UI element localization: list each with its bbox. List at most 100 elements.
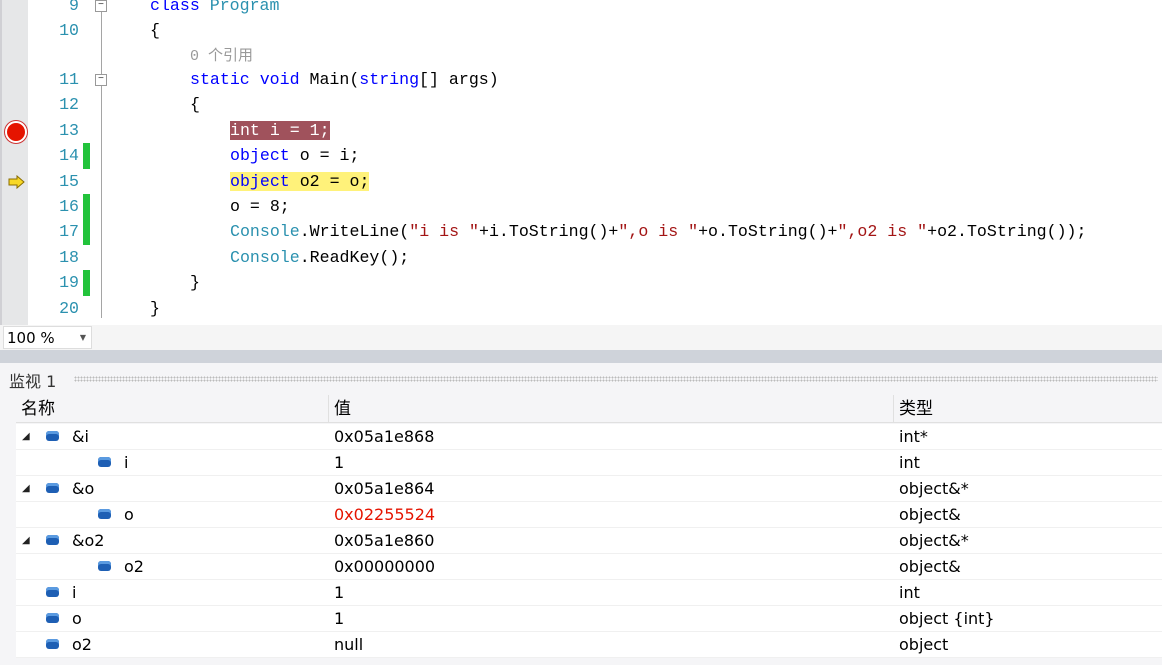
watch-value[interactable]: null <box>334 632 363 658</box>
line-number: 12 <box>59 95 79 114</box>
code-line[interactable]: 13 int i = 1; <box>0 118 1162 144</box>
watch-row[interactable]: o 1 object {int} <box>16 606 1162 632</box>
code-text: { <box>190 92 200 118</box>
code-token: +i.ToString()+ <box>478 222 619 241</box>
code-text: Console.WriteLine("i is "+i.ToString()+"… <box>230 219 1086 245</box>
code-text: o = 8; <box>230 194 290 220</box>
zoom-value: 100 % <box>7 329 55 347</box>
watch-name: o2 <box>124 557 144 576</box>
code-line[interactable]: 10 { <box>0 18 1162 44</box>
line-number: 13 <box>59 121 79 140</box>
watch-row[interactable]: ◢ &o2 0x05a1e860 object&* <box>16 528 1162 554</box>
code-token: Console <box>230 248 300 267</box>
code-line[interactable]: 18 Console.ReadKey(); <box>0 245 1162 271</box>
watch-type: object {int} <box>899 609 995 628</box>
watch-value[interactable]: 0x05a1e868 <box>334 424 434 450</box>
expand-toggle-icon[interactable]: ◢ <box>22 528 30 554</box>
collapse-icon[interactable]: − <box>95 74 107 86</box>
watch-row[interactable]: i 1 int <box>16 580 1162 606</box>
variable-icon <box>46 587 59 597</box>
code-line[interactable]: 15 object o2 = o; <box>0 169 1162 195</box>
drag-grip[interactable] <box>74 376 1158 382</box>
watch-value[interactable]: 0x00000000 <box>334 554 435 580</box>
panel-splitter[interactable] <box>0 350 1162 363</box>
code-line[interactable]: 16 o = 8; <box>0 194 1162 220</box>
code-text: object o = i; <box>230 143 359 169</box>
code-token: +o.ToString()+ <box>698 222 838 241</box>
watch-row[interactable]: o 0x02255524 object& <box>16 502 1162 528</box>
code-text: object o2 = o; <box>230 169 370 195</box>
column-header-type[interactable]: 类型 <box>894 395 1162 423</box>
current-statement-arrow-icon <box>8 175 25 189</box>
zoom-bar: 100 % ▼ <box>0 325 1162 350</box>
code-token: object <box>230 172 290 191</box>
expand-toggle-icon[interactable]: ◢ <box>22 424 30 450</box>
variable-icon <box>98 457 111 467</box>
watch-value[interactable]: 0x02255524 <box>334 502 435 528</box>
change-marker <box>83 270 90 296</box>
breakpoint-icon[interactable] <box>5 121 27 143</box>
column-header-name[interactable]: 名称 <box>16 395 329 423</box>
code-line[interactable]: 0 个引用 <box>0 43 1162 69</box>
code-token: } <box>190 273 200 292</box>
watch-value[interactable]: 0x05a1e864 <box>334 476 434 502</box>
watch-name: i <box>124 453 129 472</box>
line-number: 10 <box>59 21 79 40</box>
zoom-level-select[interactable]: 100 % ▼ <box>3 326 92 349</box>
code-token: .WriteLine( <box>299 222 410 241</box>
code-token: static void <box>190 70 310 89</box>
watch-row[interactable]: ◢ &i 0x05a1e868 int* <box>16 424 1162 450</box>
watch-row[interactable]: o2 0x00000000 object& <box>16 554 1162 580</box>
code-token: { <box>190 95 200 114</box>
code-text: Console.ReadKey(); <box>230 245 409 271</box>
watch-value[interactable]: 1 <box>334 606 344 632</box>
watch-type: object&* <box>899 531 969 550</box>
watch-name: &o2 <box>72 531 105 550</box>
code-line[interactable]: 19} <box>0 270 1162 296</box>
expand-toggle-icon[interactable]: ◢ <box>22 476 30 502</box>
watch-value[interactable]: 0x05a1e860 <box>334 528 434 554</box>
watch-value[interactable]: 1 <box>334 580 344 606</box>
code-line[interactable]: 17 Console.WriteLine("i is "+i.ToString()… <box>0 219 1162 245</box>
change-marker <box>83 194 90 220</box>
watch-type: int <box>899 583 920 602</box>
code-token: object <box>230 146 290 165</box>
code-token: string <box>359 70 420 89</box>
code-token: o = 8; <box>230 197 290 216</box>
column-header-value[interactable]: 值 <box>329 395 894 423</box>
watch-title: 监视 1 <box>9 372 57 391</box>
collapse-icon[interactable]: − <box>95 0 107 12</box>
code-editor[interactable]: 9 − class Program 10 {0 个引用 11 − static void Ma… <box>0 0 1162 325</box>
watch-type: object <box>899 635 949 654</box>
code-text: } <box>150 296 160 322</box>
watch-row[interactable]: i 1 int <box>16 450 1162 476</box>
line-number: 11 <box>59 70 79 89</box>
code-text: } <box>190 270 200 296</box>
watch-name: o <box>72 609 82 628</box>
code-token: +o2.ToString()); <box>927 222 1087 241</box>
code-line[interactable]: 14 object o = i; <box>0 143 1162 169</box>
line-number: 16 <box>59 197 79 216</box>
reference-count-lens[interactable]: 0 个引用 <box>190 48 253 65</box>
line-number: 9 <box>69 0 79 15</box>
code-line[interactable]: 12 { <box>0 92 1162 118</box>
code-line[interactable]: 9 − class Program <box>0 0 1162 19</box>
code-line[interactable]: 20} <box>0 296 1162 322</box>
variable-icon <box>98 509 111 519</box>
watch-value[interactable]: 1 <box>334 450 344 476</box>
watch-panel: 监视 1 名称 值 类型 ◢ &i 0x05a1e868 int* i 1 int ◢ &o 0x… <box>0 363 1162 665</box>
watch-type: object& <box>899 505 961 524</box>
code-token: o2 = o; <box>289 172 370 191</box>
watch-type: object& <box>899 557 961 576</box>
watch-name: o <box>124 505 134 524</box>
code-line[interactable]: 11 − static void Main(string[] args) <box>0 67 1162 93</box>
code-token: "i is " <box>409 222 479 241</box>
watch-row[interactable]: ◢ &o 0x05a1e864 object&* <box>16 476 1162 502</box>
code-token: { <box>150 21 160 40</box>
watch-row[interactable]: o2 null object <box>16 632 1162 658</box>
code-text: 0 个引用 <box>190 43 253 70</box>
variable-icon <box>46 483 59 493</box>
variable-icon <box>46 431 59 441</box>
code-text: { <box>150 18 160 44</box>
code-token: Main( <box>309 70 360 89</box>
